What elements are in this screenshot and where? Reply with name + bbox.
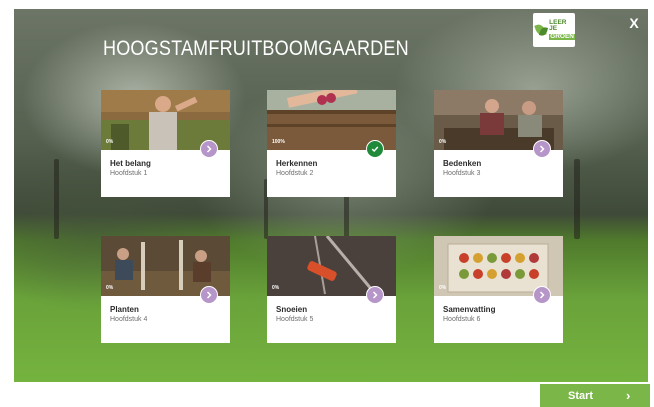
chapter-title: Planten <box>110 305 139 314</box>
progress-label: 0% <box>106 285 114 291</box>
check-icon <box>366 140 384 158</box>
progress-label: 0% <box>106 139 114 145</box>
chapter-subtitle: Hoofdstuk 2 <box>276 170 314 177</box>
start-button[interactable]: Start › <box>540 384 650 407</box>
chapter-title: Herkennen <box>276 159 318 168</box>
chapter-subtitle: Hoofdstuk 1 <box>110 170 148 177</box>
chapter-title: Het belang <box>110 159 151 168</box>
chapter-subtitle: Hoofdstuk 4 <box>110 316 148 323</box>
chapter-card-2[interactable]: 100% Herkennen Hoofdstuk 2 <box>267 90 396 197</box>
progress-label: 0% <box>272 285 280 291</box>
chapter-title: Samenvatting <box>443 305 496 314</box>
chapter-card-5[interactable]: 0% Snoeien Hoofdstuk 5 <box>267 236 396 343</box>
page-title: HOOGSTAMFRUITBOOMGAARDEN <box>103 37 409 60</box>
progress-label: 0% <box>439 285 447 291</box>
close-button[interactable]: X <box>627 15 641 31</box>
chapter-subtitle: Hoofdstuk 3 <box>443 170 481 177</box>
chapter-card-6[interactable]: 0% Samenvatting Hoofdstuk 6 <box>434 236 563 343</box>
chapter-subtitle: Hoofdstuk 5 <box>276 316 314 323</box>
chapter-title: Snoeien <box>276 305 308 314</box>
progress-label: 100% <box>272 139 285 145</box>
chapter-subtitle: Hoofdstuk 6 <box>443 316 481 323</box>
chapter-title: Bedenken <box>443 159 482 168</box>
chapter-card-4[interactable]: 0% Planten Hoofdstuk 4 <box>101 236 230 343</box>
logo-text-line2: GROEN <box>549 32 575 41</box>
arrow-icon <box>200 286 218 304</box>
arrow-icon <box>533 140 551 158</box>
chapter-card-3[interactable]: 0% Bedenken Hoofdstuk 3 <box>434 90 563 197</box>
start-label: Start <box>568 390 594 402</box>
chapter-card-1[interactable]: 0% Het belang Hoofdstuk 1 <box>101 90 230 197</box>
arrow-icon <box>200 140 218 158</box>
progress-label: 0% <box>439 139 447 145</box>
arrow-icon <box>366 286 384 304</box>
arrow-icon <box>533 286 551 304</box>
orchard-background: HOOGSTAMFRUITBOOMGAARDEN LEER JE GROEN X… <box>14 9 648 382</box>
leaf-icon <box>536 22 547 39</box>
logo-text-line1: LEER JE <box>549 18 567 33</box>
chevron-right-icon: › <box>626 388 631 403</box>
leer-je-groen-logo: LEER JE GROEN <box>533 13 575 47</box>
